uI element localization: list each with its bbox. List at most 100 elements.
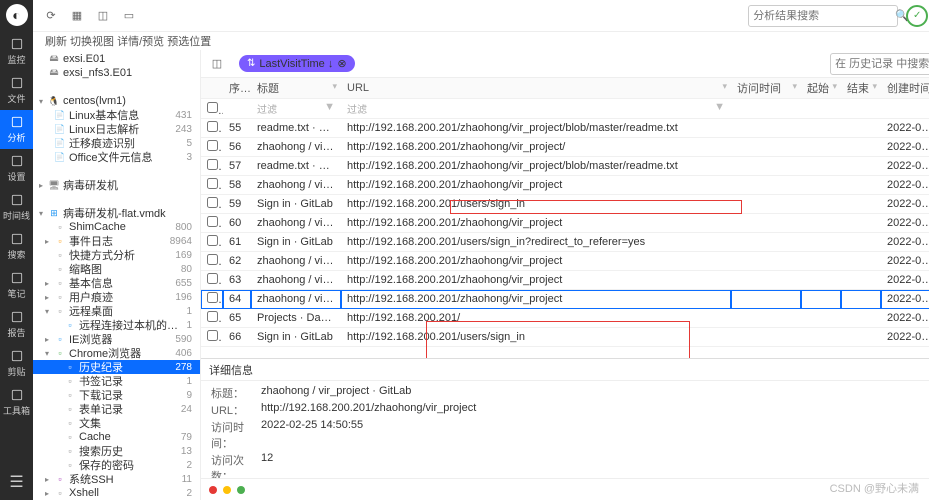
- confirm-button[interactable]: ✓: [906, 5, 928, 27]
- tree-item[interactable]: ▫表单记录24: [33, 402, 200, 416]
- col-header[interactable]: 序号: [223, 78, 251, 99]
- status-dot-red: [209, 486, 217, 494]
- tree-item[interactable]: ▫ShimCache800: [33, 220, 200, 234]
- status-bar: ♁ ☰ ▦: [201, 478, 929, 500]
- col-header[interactable]: 标题▾: [251, 78, 341, 99]
- row-checkbox[interactable]: [207, 121, 218, 132]
- tree-item[interactable]: 🖴exsi.E01: [33, 52, 200, 66]
- row-checkbox[interactable]: [207, 178, 218, 189]
- rail-item-tools[interactable]: 工具箱: [0, 383, 33, 422]
- table-row[interactable]: 60zhaohong / vir_project ...http://192.1…: [201, 214, 929, 233]
- rail-item-report[interactable]: 报告: [0, 305, 33, 344]
- refresh-icon[interactable]: ⟳: [41, 6, 61, 26]
- select-all-checkbox[interactable]: [207, 102, 218, 113]
- row-checkbox[interactable]: [207, 216, 218, 227]
- table-row[interactable]: 64zhaohong / vir_project ...http://192.1…: [201, 290, 929, 309]
- tree-item[interactable]: ▫搜索历史13: [33, 444, 200, 458]
- col-header[interactable]: URL▾: [341, 78, 731, 99]
- detail-value: http://192.168.200.201/zhaohong/vir_proj…: [261, 402, 929, 418]
- col-header[interactable]: 结束▾: [841, 78, 881, 99]
- global-search-input[interactable]: [753, 10, 895, 22]
- tree-item[interactable]: ▫下载记录9: [33, 388, 200, 402]
- table-row[interactable]: 57readme.txt · master · zh...http://192.…: [201, 157, 929, 176]
- tree-item[interactable]: ▸🖥病毒研发机: [33, 178, 200, 192]
- detail-toggle-icon[interactable]: ◫: [93, 6, 113, 26]
- row-checkbox[interactable]: [207, 330, 218, 341]
- panel-toggle-icon[interactable]: ◫: [207, 54, 227, 74]
- table-row[interactable]: 65Projects · Dashboard · ...http://192.1…: [201, 309, 929, 328]
- table-search[interactable]: 🔍: [830, 53, 929, 75]
- rail-item-files[interactable]: 文件: [0, 71, 33, 110]
- row-checkbox[interactable]: [207, 235, 218, 246]
- tree-item[interactable]: 📄Office文件元信息3: [33, 150, 200, 164]
- table-header-row: 序号标题▾URL▾访问时间▾起始▾结束▾创建时间▾起始▾结束▾: [201, 78, 929, 99]
- pill-close-icon[interactable]: ⊗: [337, 57, 346, 70]
- tree-item[interactable]: 📄迁移痕迹识别5: [33, 136, 200, 150]
- tree-item[interactable]: ▸▫Xshell2: [33, 486, 200, 500]
- row-checkbox[interactable]: [207, 292, 218, 303]
- col-header[interactable]: 起始▾: [801, 78, 841, 99]
- tree-item[interactable]: 📄Linux日志解析243: [33, 122, 200, 136]
- tree-item[interactable]: ▸▫系统SSH11: [33, 472, 200, 486]
- rail-item-analysis[interactable]: 分析: [0, 110, 33, 149]
- table-wrap[interactable]: 序号标题▾URL▾访问时间▾起始▾结束▾创建时间▾起始▾结束▾过滤 ▼过滤 ▼ …: [201, 78, 929, 358]
- tree-item[interactable]: ▸▫事件日志8964: [33, 234, 200, 248]
- col-header[interactable]: [201, 78, 223, 99]
- detail-key: 访问时间：: [211, 419, 261, 451]
- rail-item-clipboard[interactable]: 剪贴: [0, 344, 33, 383]
- tree-item[interactable]: 📄Linux基本信息431: [33, 108, 200, 122]
- tree-item[interactable]: [33, 80, 200, 94]
- row-checkbox[interactable]: [207, 254, 218, 265]
- tree-item[interactable]: ▫保存的密码2: [33, 458, 200, 472]
- table-row[interactable]: 66Sign in · GitLabhttp://192.168.200.201…: [201, 328, 929, 347]
- tree-item[interactable]: ▸▫IE浏览器590: [33, 332, 200, 346]
- tree-item[interactable]: [33, 192, 200, 206]
- detail-key: 标题：: [211, 385, 261, 401]
- rail-item-notes[interactable]: 笔记: [0, 266, 33, 305]
- tree-item[interactable]: ▸▫用户痕迹196: [33, 290, 200, 304]
- tree-item[interactable]: ▾▫Chrome浏览器406: [33, 346, 200, 360]
- tree-item[interactable]: ▸▫基本信息655: [33, 276, 200, 290]
- table-search-input[interactable]: [835, 58, 929, 70]
- detail-value: 12: [261, 452, 929, 478]
- position-icon[interactable]: ▭: [119, 6, 139, 26]
- tree-panel[interactable]: 🖴exsi.E01🖴exsi_nfs3.E01▾🐧centos(lvm1)📄Li…: [33, 50, 201, 500]
- row-checkbox[interactable]: [207, 197, 218, 208]
- row-checkbox[interactable]: [207, 140, 218, 151]
- table-row[interactable]: 56zhaohong / vir_project ...http://192.1…: [201, 138, 929, 157]
- top-toolbar: ⟳ ▦ ◫ ▭ 🔍 ✓ ▲ 📌 — ✕: [33, 0, 929, 32]
- view-toggle-icon[interactable]: ▦: [67, 6, 87, 26]
- row-checkbox[interactable]: [207, 273, 218, 284]
- table-row[interactable]: 63zhaohong / vir_project ...http://192.1…: [201, 271, 929, 290]
- col-header[interactable]: 访问时间▾: [731, 78, 801, 99]
- tree-item[interactable]: ▫快捷方式分析169: [33, 248, 200, 262]
- table-row[interactable]: 61Sign in · GitLabhttp://192.168.200.201…: [201, 233, 929, 252]
- tree-item[interactable]: ▫缩略图80: [33, 262, 200, 276]
- row-checkbox[interactable]: [207, 159, 218, 170]
- rail-item-timeline[interactable]: 时间线: [0, 188, 33, 227]
- detail-key: URL：: [211, 402, 261, 418]
- tree-item[interactable]: ▫历史纪录278: [33, 360, 200, 374]
- table-row[interactable]: 58zhaohong / vir_project ...http://192.1…: [201, 176, 929, 195]
- rail-menu-icon[interactable]: ☰: [9, 472, 23, 492]
- table-row[interactable]: 55readme.txt · master · zh...http://192.…: [201, 119, 929, 138]
- tree-item[interactable]: ▫远程连接过本机的记录1: [33, 318, 200, 332]
- tree-item[interactable]: ▫书签记录1: [33, 374, 200, 388]
- tree-item[interactable]: [33, 164, 200, 178]
- filter-row: 过滤 ▼过滤 ▼: [201, 99, 929, 119]
- rail-item-settings[interactable]: 设置: [0, 149, 33, 188]
- tree-item[interactable]: 🖴exsi_nfs3.E01: [33, 66, 200, 80]
- sort-pill[interactable]: ⇅ LastVisitTime ↓ ⊗: [239, 55, 355, 72]
- tree-item[interactable]: ▾⊞病毒研发机-flat.vmdk: [33, 206, 200, 220]
- global-search[interactable]: 🔍: [748, 5, 898, 27]
- tree-item[interactable]: ▫Cache79: [33, 430, 200, 444]
- rail-item-monitor[interactable]: 监控: [0, 32, 33, 71]
- tree-item[interactable]: ▫文集: [33, 416, 200, 430]
- tree-item[interactable]: ▾🐧centos(lvm1): [33, 94, 200, 108]
- table-row[interactable]: 59Sign in · GitLabhttp://192.168.200.201…: [201, 195, 929, 214]
- row-checkbox[interactable]: [207, 311, 218, 322]
- col-header[interactable]: 创建时间▾: [881, 78, 929, 99]
- tree-item[interactable]: ▾▫远程桌面1: [33, 304, 200, 318]
- table-row[interactable]: 62zhaohong / vir_project ...http://192.1…: [201, 252, 929, 271]
- rail-item-search[interactable]: 搜索: [0, 227, 33, 266]
